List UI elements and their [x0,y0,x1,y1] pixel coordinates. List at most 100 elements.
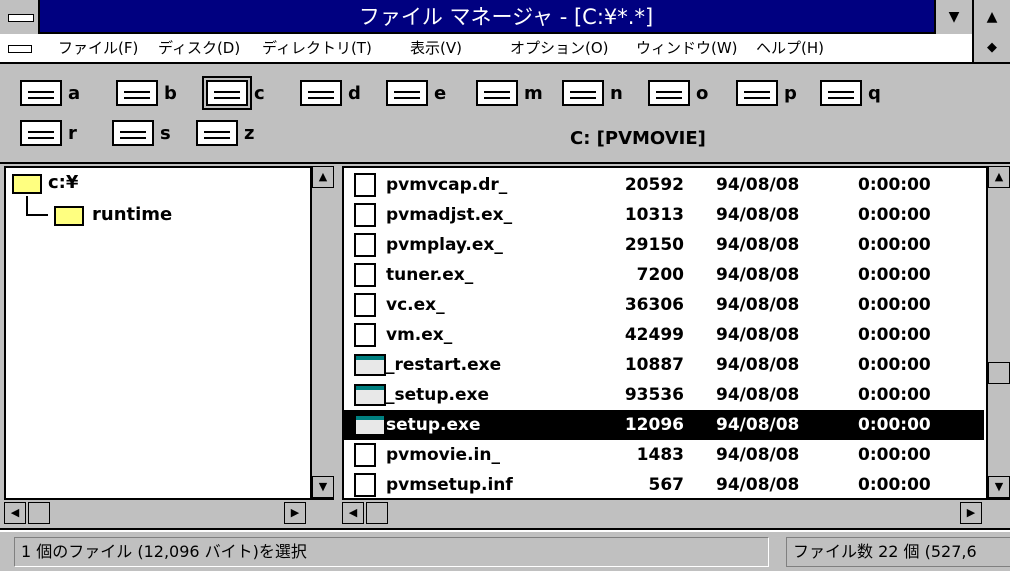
maximize-button[interactable]: ▲ [972,0,1010,34]
file-size: 1483 [636,445,684,465]
file-date: 94/08/08 [716,325,800,345]
scroll-thumb[interactable] [366,502,388,524]
tree-horizontal-scrollbar[interactable]: ◀ ▶ [4,498,334,526]
network-drive-icon [648,80,690,106]
file-list-horizontal-scrollbar[interactable]: ◀ ▶ [342,498,1010,526]
file-list-row[interactable]: pvmplay.ex_ 29150 94/08/08 0:00:00 [344,230,984,260]
floppy-drive-icon [116,80,158,106]
file-name: _setup.exe [386,385,490,405]
tree-item-runtime[interactable]: runtime [92,204,172,225]
file-name: setup.exe [386,415,481,435]
network-drive-icon [562,80,604,106]
scroll-right-arrow-icon[interactable]: ▶ [284,502,306,524]
file-icon [354,323,376,347]
scroll-up-arrow-icon[interactable]: ▲ [312,166,334,188]
menu-file[interactable]: ファイル(F) [58,34,138,62]
hard-drive-icon [202,76,252,110]
file-list-row[interactable]: pvmovie.in_ 1483 94/08/08 0:00:00 [344,440,984,470]
file-time: 0:00:00 [858,265,931,285]
file-list-row[interactable]: tuner.ex_ 7200 94/08/08 0:00:00 [344,260,984,290]
drive-q[interactable]: q [820,76,881,110]
file-date: 94/08/08 [716,385,800,405]
menu-disk[interactable]: ディスク(D) [158,34,240,62]
network-drive-icon [736,80,778,106]
drive-a[interactable]: a [20,76,80,110]
network-drive-icon [820,80,862,106]
scroll-left-arrow-icon[interactable]: ◀ [4,502,26,524]
file-time: 0:00:00 [858,385,931,405]
status-file-count-text: ファイル数 22 個 (527,6 [786,537,1010,567]
drive-c[interactable]: c [202,76,265,110]
current-path-label: C: [PVMOVIE] [570,128,706,149]
drive-n[interactable]: n [562,76,623,110]
menu-options[interactable]: オプション(O) [510,34,609,62]
scroll-thumb[interactable] [988,362,1010,384]
file-date: 94/08/08 [716,265,800,285]
document-system-menu-button[interactable] [0,34,40,62]
file-icon [354,293,376,317]
file-list-row[interactable]: pvmadjst.ex_ 10313 94/08/08 0:00:00 [344,200,984,230]
file-name: pvmplay.ex_ [386,235,503,255]
file-time: 0:00:00 [858,175,931,195]
scroll-down-arrow-icon[interactable]: ▼ [312,476,334,498]
file-icon [354,173,376,197]
network-drive-icon [20,120,62,146]
drive-b[interactable]: b [116,76,177,110]
file-date: 94/08/08 [716,355,800,375]
scroll-thumb[interactable] [28,502,50,524]
drive-d[interactable]: d [300,76,361,110]
file-icon [354,203,376,227]
file-size: 7200 [636,265,684,285]
directory-tree-pane[interactable]: c:¥ runtime [4,166,334,526]
drive-bar: a b c d e m n o p q r s z [0,64,1010,162]
file-list-row[interactable]: vm.ex_ 42499 94/08/08 0:00:00 [344,320,984,350]
menu-view[interactable]: 表示(V) [410,34,462,62]
system-menu-button[interactable] [0,0,40,34]
menu-help[interactable]: ヘルプ(H) [756,34,824,62]
scroll-left-arrow-icon[interactable]: ◀ [342,502,364,524]
open-folder-icon [12,174,42,194]
file-list-row[interactable]: _restart.exe 10887 94/08/08 0:00:00 [344,350,984,380]
file-list-row[interactable]: pvmvcap.dr_ 20592 94/08/08 0:00:00 [344,170,984,200]
menu-directory[interactable]: ディレクトリ(T) [262,34,372,62]
file-size: 20592 [624,175,684,195]
network-drive-icon [476,80,518,106]
file-list-row[interactable]: setup.exe 12096 94/08/08 0:00:00 [344,410,984,440]
file-size: 567 [648,475,685,495]
tree-vertical-scrollbar[interactable]: ▲ ▼ [310,166,334,498]
file-list-row[interactable]: vc.ex_ 36306 94/08/08 0:00:00 [344,290,984,320]
menu-window[interactable]: ウィンドウ(W) [636,34,738,62]
drive-m[interactable]: m [476,76,543,110]
file-list-pane[interactable]: pvmvcap.dr_ 20592 94/08/08 0:00:00 pvmadjst.… [342,166,1010,526]
drive-e[interactable]: e [386,76,446,110]
file-size: 42499 [624,325,684,345]
scroll-up-arrow-icon[interactable]: ▲ [988,166,1010,188]
file-size: 93536 [624,385,684,405]
file-list-row[interactable]: pvmsetup.inf 567 94/08/08 0:00:00 [344,470,984,500]
restore-button[interactable]: ◆ [972,34,1010,62]
file-date: 94/08/08 [716,415,800,435]
drive-s[interactable]: s [112,116,171,150]
drive-o[interactable]: o [648,76,708,110]
scroll-right-arrow-icon[interactable]: ▶ [960,502,982,524]
tree-root[interactable]: c:¥ [48,172,78,193]
drive-p[interactable]: p [736,76,797,110]
drive-z[interactable]: z [196,116,254,150]
window-title: ファイル マネージャ - [C:¥*.*] [358,5,654,29]
file-size: 10887 [624,355,684,375]
file-name: vm.ex_ [386,325,453,345]
file-name: pvmadjst.ex_ [386,205,513,225]
drive-r[interactable]: r [20,116,77,150]
file-time: 0:00:00 [858,205,931,225]
file-name: pvmvcap.dr_ [386,175,508,195]
minimize-button[interactable]: ▼ [934,0,972,34]
file-time: 0:00:00 [858,475,931,495]
file-list-vertical-scrollbar[interactable]: ▲ ▼ [986,166,1010,498]
status-selection-text: 1 個のファイル (12,096 バイト)を選択 [14,537,769,567]
floppy-drive-icon [20,80,62,106]
network-drive-icon [196,120,238,146]
file-list-row[interactable]: _setup.exe 93536 94/08/08 0:00:00 [344,380,984,410]
file-size: 10313 [624,205,684,225]
network-drive-icon [112,120,154,146]
scroll-down-arrow-icon[interactable]: ▼ [988,476,1010,498]
